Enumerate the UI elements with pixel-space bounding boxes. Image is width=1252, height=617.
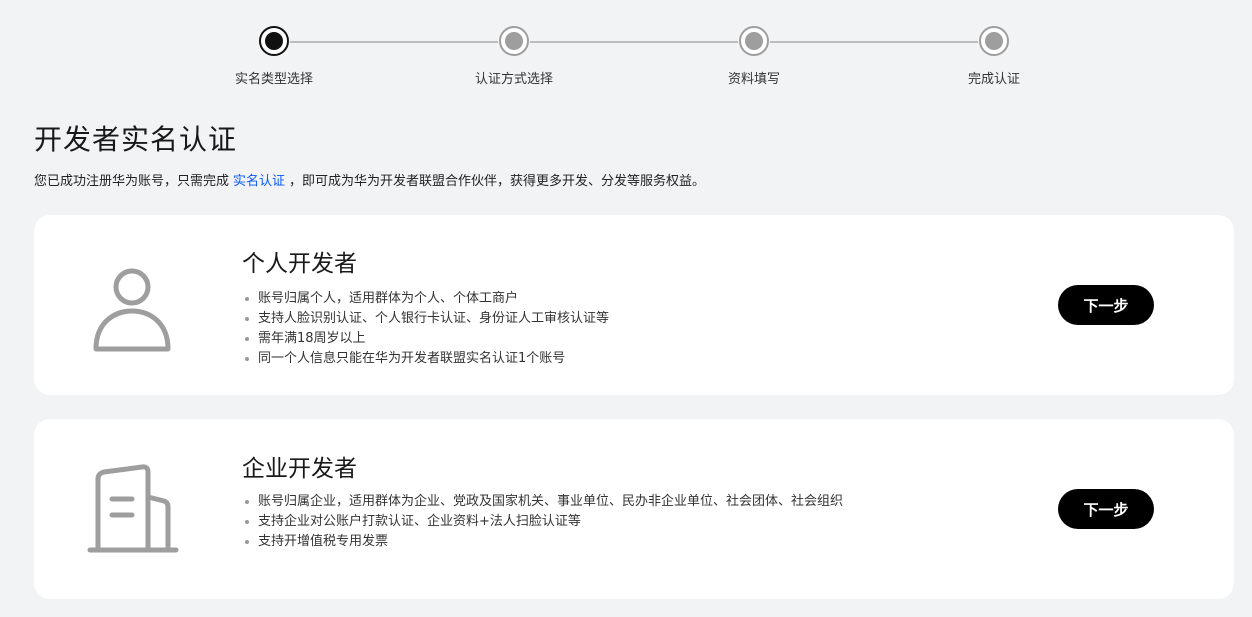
page-description: 您已成功注册华为账号，只需完成 实名认证 ，即可成为华为开发者联盟合作伙伴，获得更多… — [34, 170, 705, 189]
page: 实名类型选择 认证方式选择 资料填写 完成认证 开发者实名认证 您已成功注册华为… — [0, 0, 1252, 617]
step-type-selection[interactable]: 实名类型选择 — [194, 26, 354, 87]
individual-developer-card: 个人开发者 账号归属个人，适用群体为个人、个体工商户 支持人脸识别认证、个人银行… — [34, 215, 1234, 395]
card-title: 企业开发者 — [242, 456, 357, 482]
step-label: 认证方式选择 — [474, 72, 553, 87]
step-method-selection[interactable]: 认证方式选择 — [434, 26, 594, 87]
list-item: 同一个人信息只能在华为开发者联盟实名认证1个账号 — [242, 349, 609, 369]
list-item: 账号归属企业，适用群体为企业、党政及国家机关、事业单位、民办非企业单位、社会团体… — [242, 492, 843, 512]
step-complete[interactable]: 完成认证 — [914, 26, 1074, 87]
real-name-auth-link[interactable]: 实名认证 — [233, 174, 285, 189]
feature-list: 账号归属个人，适用群体为个人、个体工商户 支持人脸识别认证、个人银行卡认证、身份… — [242, 289, 609, 369]
list-item: 账号归属个人，适用群体为个人、个体工商户 — [242, 289, 609, 309]
individual-next-button[interactable]: 下一步 — [1058, 285, 1154, 325]
step-dot-icon — [739, 26, 769, 56]
building-icon — [86, 461, 182, 557]
list-item: 支持企业对公账户打款认证、企业资料+法人扫脸认证等 — [242, 512, 843, 532]
feature-list: 账号归属企业，适用群体为企业、党政及国家机关、事业单位、民办非企业单位、社会团体… — [242, 492, 843, 552]
card-title: 个人开发者 — [242, 251, 357, 277]
list-item: 支持人脸识别认证、个人银行卡认证、身份证人工审核认证等 — [242, 309, 609, 329]
enterprise-developer-card: 企业开发者 账号归属企业，适用群体为企业、党政及国家机关、事业单位、民办非企业单… — [34, 419, 1234, 599]
step-active-dot-icon — [259, 26, 289, 56]
list-item: 支持开增值税专用发票 — [242, 532, 843, 552]
step-label: 实名类型选择 — [234, 72, 313, 87]
step-dot-icon — [979, 26, 1009, 56]
step-fill-info[interactable]: 资料填写 — [674, 26, 834, 87]
person-icon — [86, 257, 182, 353]
enterprise-next-button[interactable]: 下一步 — [1058, 489, 1154, 529]
description-prefix: 您已成功注册华为账号，只需完成 — [34, 174, 230, 189]
description-suffix: ，即可成为华为开发者联盟合作伙伴，获得更多开发、分发等服务权益。 — [289, 174, 706, 189]
page-title: 开发者实名认证 — [34, 123, 238, 156]
step-label: 资料填写 — [727, 72, 780, 87]
step-dot-icon — [499, 26, 529, 56]
list-item: 需年满18周岁以上 — [242, 329, 609, 349]
step-label: 完成认证 — [967, 72, 1020, 87]
